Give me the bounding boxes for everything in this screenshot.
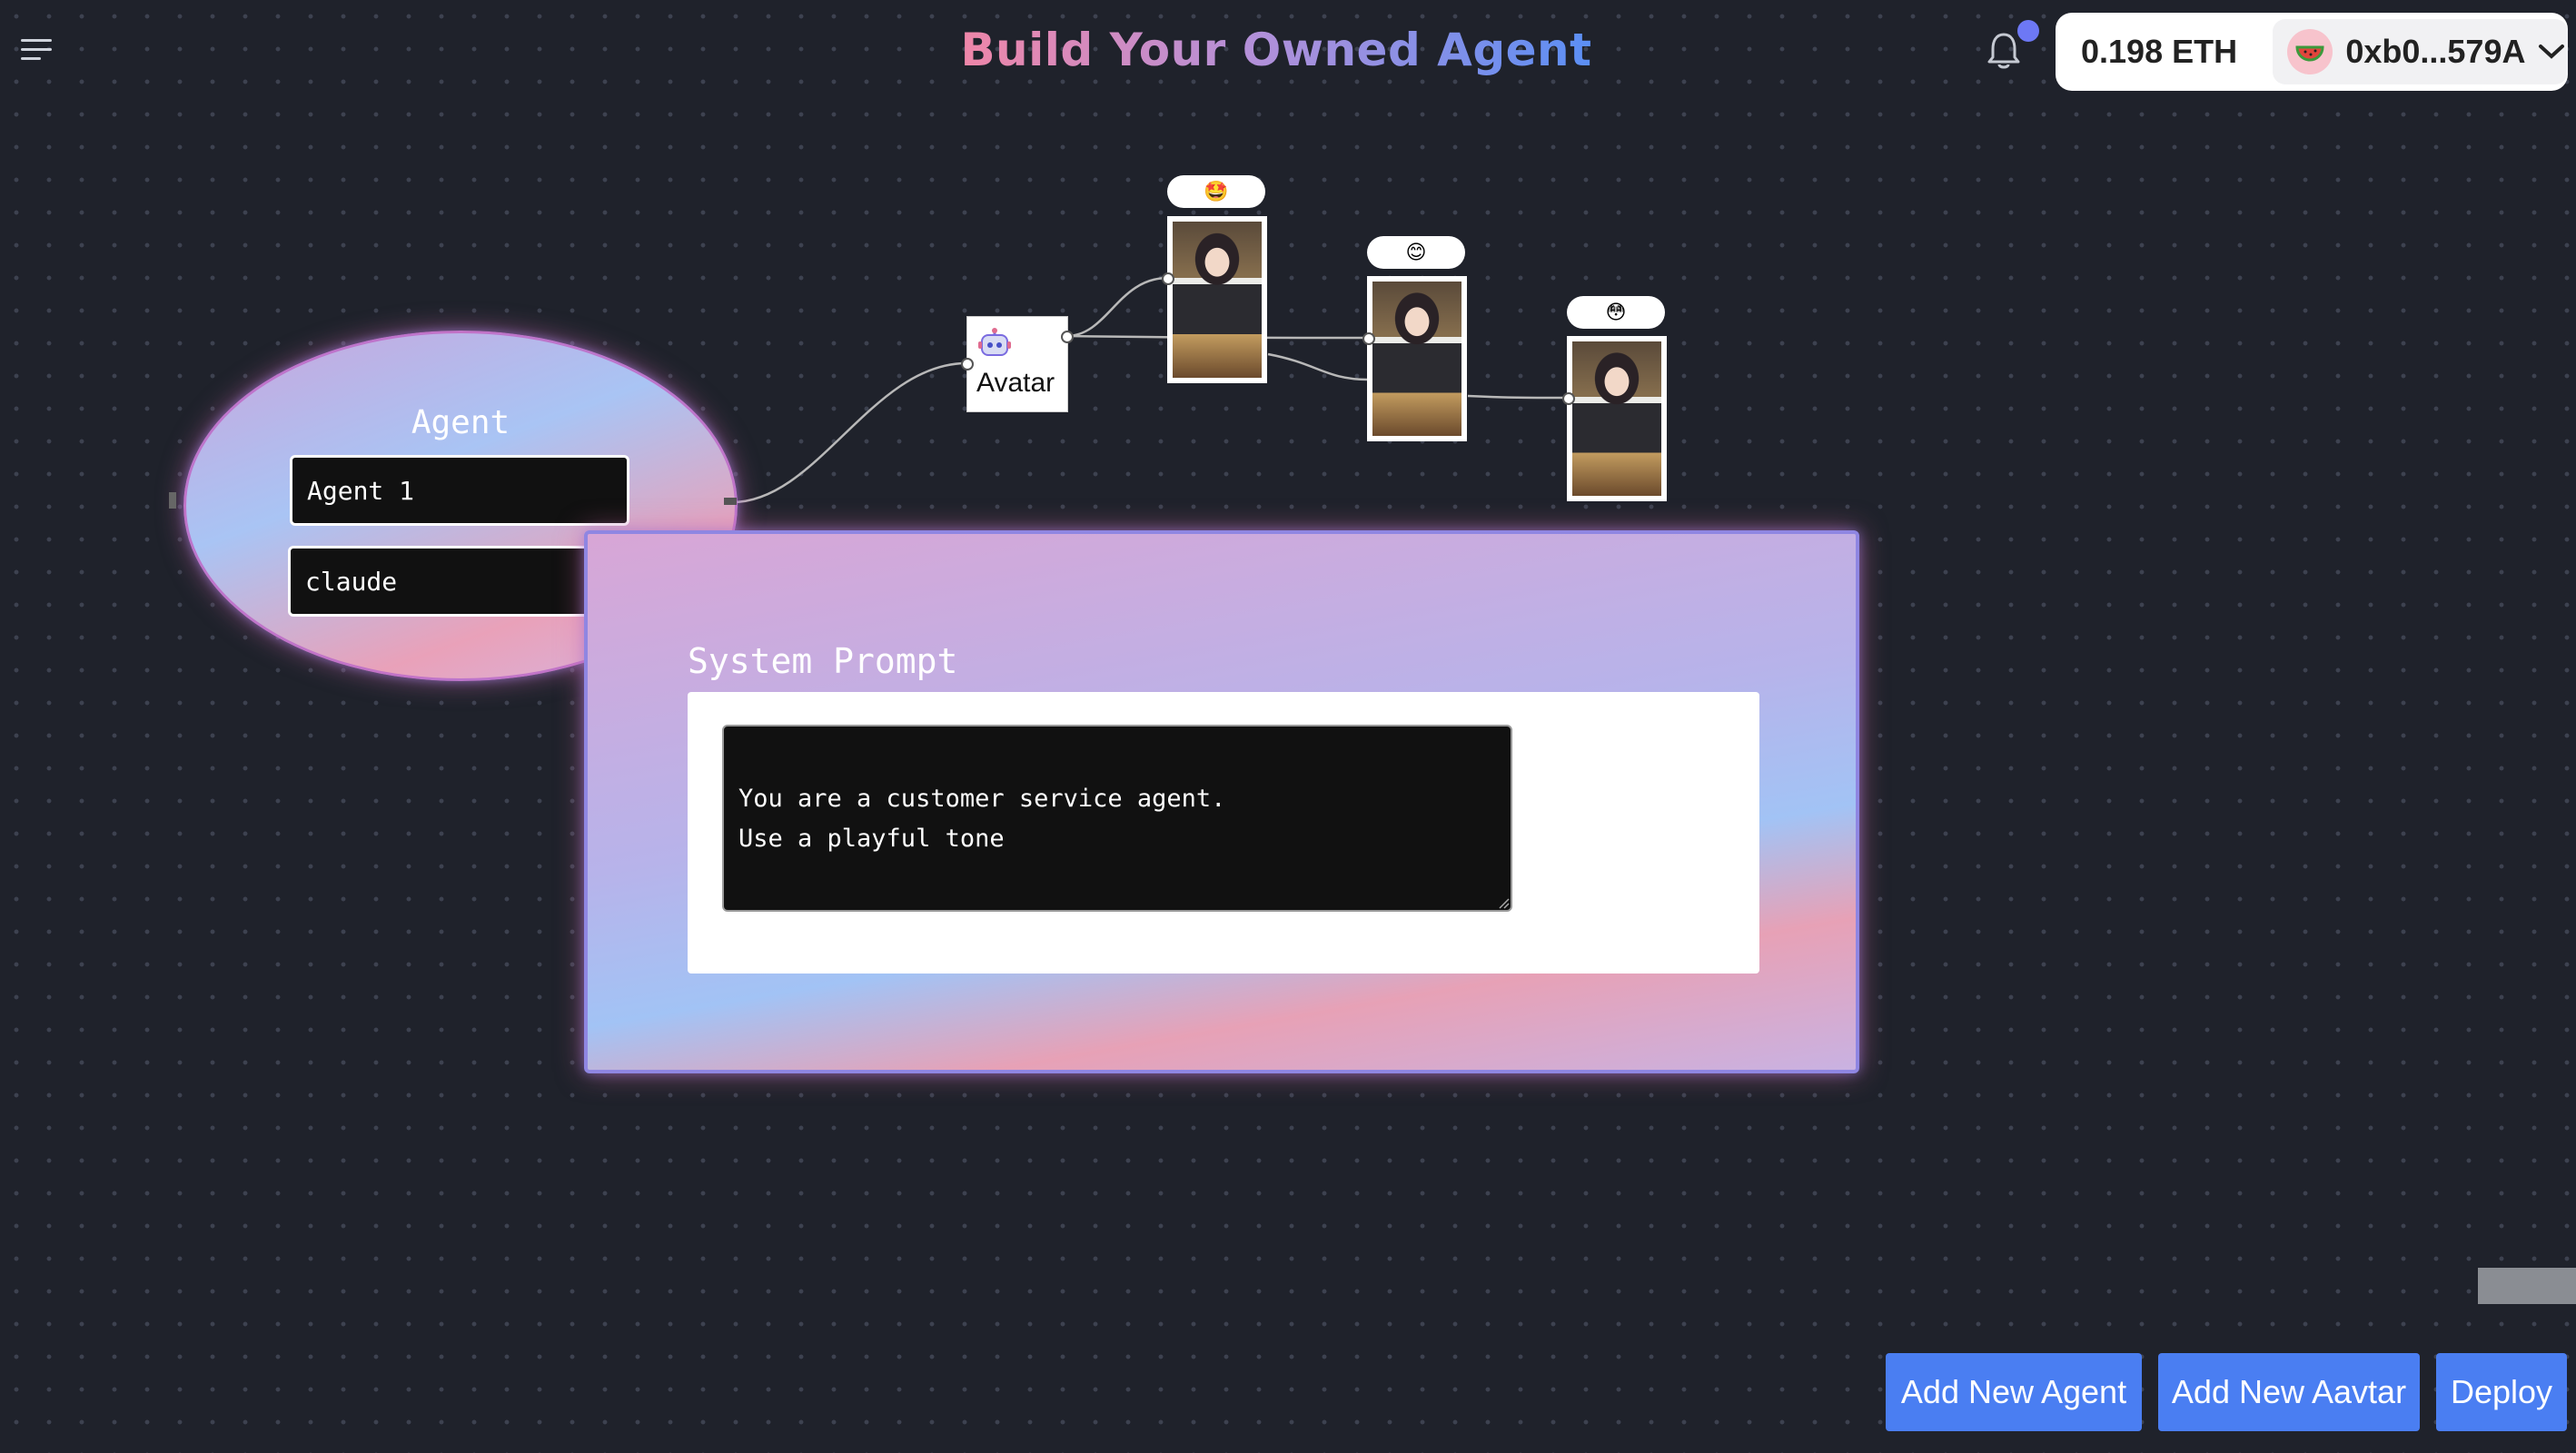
expression-1-port[interactable]	[1162, 272, 1174, 285]
wallet-widget[interactable]: 0.198 ETH 0xb0...579A	[2056, 13, 2568, 91]
watermelon-icon	[2287, 29, 2333, 74]
expression-image-3[interactable]	[1567, 336, 1667, 501]
expression-tag-3: 😳	[1567, 296, 1665, 329]
expression-tag-2: 😊	[1367, 236, 1465, 269]
expression-image-2[interactable]	[1367, 276, 1467, 441]
avatar-input-port[interactable]	[961, 358, 974, 371]
bell-icon	[1987, 33, 2020, 69]
eth-balance: 0.198 ETH	[2081, 33, 2238, 70]
expression-3-port[interactable]	[1562, 392, 1575, 405]
character-image	[1572, 341, 1661, 496]
add-agent-button[interactable]: Add New Agent	[1886, 1353, 2142, 1431]
edge-expr1-expr2	[1267, 352, 1369, 381]
character-image	[1173, 222, 1262, 378]
agent-model-input[interactable]: claude	[288, 546, 597, 617]
avatar-node[interactable]: Avatar	[966, 316, 1068, 412]
edge-avatar-expr1	[1065, 276, 1169, 338]
edge-agent-avatar	[731, 361, 967, 504]
agent-output-handle[interactable]	[724, 498, 737, 505]
account-button[interactable]: 0xb0...579A	[2273, 19, 2568, 84]
chevron-down-icon	[2539, 44, 2565, 59]
notification-badge	[2017, 20, 2039, 42]
agent-input-handle[interactable]	[169, 492, 176, 509]
avatar-node-label: Avatar	[976, 368, 1055, 398]
resize-grip-icon[interactable]	[1498, 897, 1511, 910]
edge-expr2-expr3	[1467, 394, 1569, 400]
expression-2-port[interactable]	[1362, 332, 1375, 345]
character-image	[1372, 282, 1461, 436]
system-prompt-card: You are a customer service agent. Use a …	[688, 692, 1759, 974]
minimap[interactable]	[2478, 1268, 2576, 1304]
flushed-emoji-icon: 😳	[1605, 301, 1627, 324]
add-avatar-button[interactable]: Add New Aavtar	[2158, 1353, 2420, 1431]
wallet-address: 0xb0...579A	[2345, 33, 2526, 70]
robot-icon	[978, 328, 1011, 356]
agent-node-title: Agent	[411, 404, 510, 441]
star-struck-emoji-icon: 🤩	[1204, 180, 1229, 203]
deploy-button[interactable]: Deploy	[2436, 1353, 2567, 1431]
expression-image-1[interactable]	[1167, 216, 1267, 383]
system-prompt-textarea[interactable]: You are a customer service agent. Use a …	[722, 725, 1512, 912]
agent-name-input[interactable]: Agent 1	[290, 455, 629, 526]
smiling-emoji-icon: 😊	[1405, 241, 1427, 264]
system-prompt-title: System Prompt	[688, 641, 958, 681]
avatar-output-port[interactable]	[1061, 331, 1074, 343]
system-prompt-panel[interactable]: System Prompt You are a customer service…	[584, 530, 1859, 1073]
expression-tag-1: 🤩	[1167, 175, 1265, 208]
